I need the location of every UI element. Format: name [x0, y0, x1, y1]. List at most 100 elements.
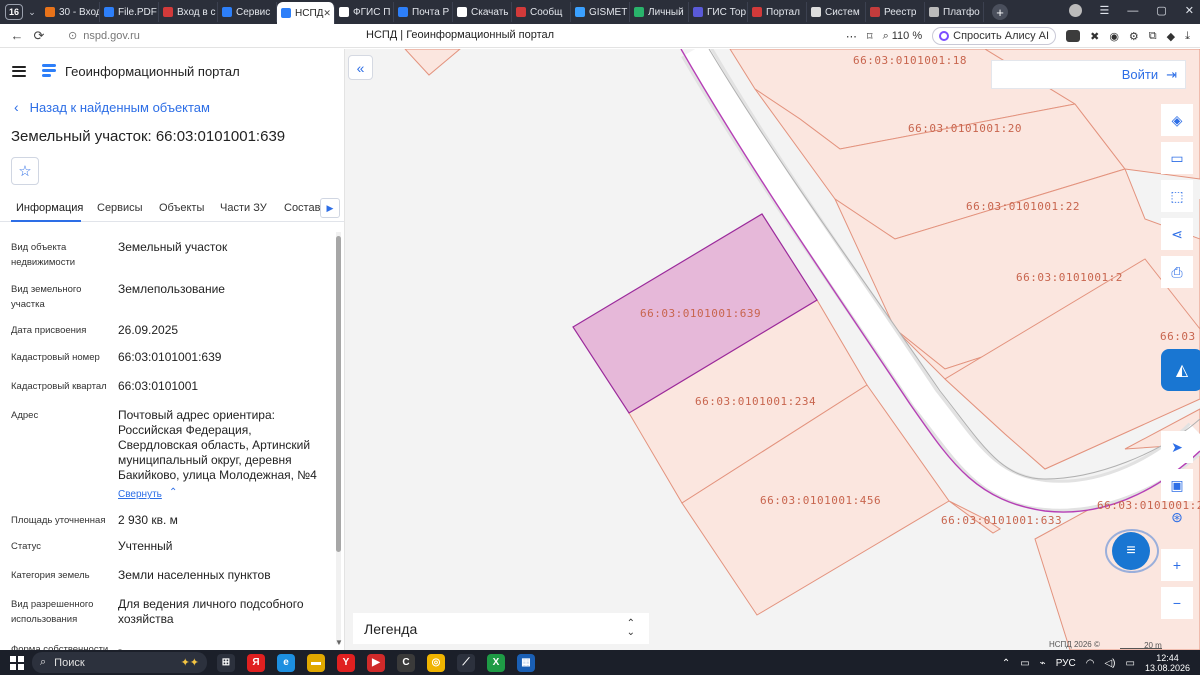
- login-button[interactable]: Войти ⇥: [991, 60, 1186, 89]
- tab-services[interactable]: Сервисы: [97, 202, 143, 214]
- taskbar-search[interactable]: ⌕ Поиск ✦✦: [32, 652, 207, 673]
- favorite-star-button[interactable]: ☆: [11, 157, 39, 185]
- edge-icon[interactable]: e: [277, 653, 295, 672]
- zoom-out-button[interactable]: −: [1161, 587, 1193, 619]
- location-pin-icon: ⊛: [1171, 508, 1183, 525]
- chrome-icon[interactable]: ◎: [427, 653, 445, 672]
- tab-info[interactable]: Информация: [16, 202, 83, 214]
- browser-tab[interactable]: ФГИС П: [335, 2, 394, 22]
- network-icon[interactable]: ⌁: [1040, 658, 1046, 669]
- assistant-button[interactable]: ≡: [1101, 527, 1161, 575]
- scroll-down-icon[interactable]: ▼: [335, 638, 343, 647]
- browser-tab[interactable]: Платфо: [925, 2, 984, 22]
- tab-menu-icon[interactable]: ⌄: [23, 7, 41, 18]
- tray-chevron-icon[interactable]: ⌃: [1002, 658, 1010, 669]
- app-icon[interactable]: ▦: [517, 653, 535, 672]
- legend-panel[interactable]: Легенда ⌃ ⌄: [353, 613, 649, 644]
- download-icon[interactable]: ⤓: [1185, 30, 1190, 43]
- close-window-icon[interactable]: ✕: [1185, 4, 1194, 17]
- share-button[interactable]: ⋖: [1161, 218, 1193, 250]
- more-icon[interactable]: ⋯: [846, 30, 857, 43]
- tabs-scroll-right-button[interactable]: ▶: [320, 198, 340, 218]
- profile-avatar[interactable]: [1068, 4, 1082, 17]
- excel-icon[interactable]: X: [487, 653, 505, 672]
- location-pin-button[interactable]: ⊛: [1167, 507, 1187, 527]
- language-indicator[interactable]: РУС: [1056, 658, 1076, 669]
- reload-icon[interactable]: ⟳: [28, 28, 50, 44]
- video-app-icon[interactable]: ▶: [367, 653, 385, 672]
- browser-tab[interactable]: НСПД ✕: [277, 2, 335, 24]
- extension-icon[interactable]: ✖: [1090, 30, 1099, 43]
- yandex-browser-icon[interactable]: Y: [337, 653, 355, 672]
- browser-tab[interactable]: Портал: [748, 2, 807, 22]
- browser-tab[interactable]: Скачать: [453, 2, 512, 22]
- map-view[interactable]: 66:03:0101001:18 66:03:0101001:20 66:03:01…: [345, 49, 1200, 650]
- browser-tab[interactable]: File.PDF: [100, 2, 159, 22]
- browser-tab[interactable]: GISMET: [571, 2, 630, 22]
- close-tab-icon[interactable]: ✕: [323, 8, 331, 19]
- panel-scrollbar[interactable]: [336, 232, 341, 644]
- property-label: Вид земельного участка: [11, 284, 82, 310]
- collapse-link[interactable]: Свернуть: [118, 489, 162, 500]
- extension-icon[interactable]: ◆: [1167, 30, 1175, 43]
- scrollbar-thumb[interactable]: [336, 236, 341, 552]
- browser-tab[interactable]: ГИС Тор: [689, 2, 748, 22]
- back-to-results-link[interactable]: ‹ Назад к найденным объектам: [14, 99, 210, 115]
- expand-legend-icon[interactable]: ⌃ ⌄: [627, 619, 635, 638]
- tab-composition[interactable]: Состав: [284, 202, 320, 214]
- new-tab-button[interactable]: +: [992, 4, 1008, 20]
- url-field[interactable]: ⊙ nspd.gov.ru: [68, 29, 140, 43]
- browser-tab[interactable]: Реестр: [866, 2, 925, 22]
- browser-tab[interactable]: 30 - Вход: [41, 2, 100, 22]
- geolocation-button[interactable]: ➤: [1161, 431, 1193, 463]
- wifi-icon[interactable]: ◠: [1086, 658, 1095, 669]
- clock[interactable]: 12:44 13.08.2026: [1145, 653, 1190, 673]
- tab-objects[interactable]: Объекты: [159, 202, 204, 214]
- tab-favicon-icon: [811, 7, 821, 17]
- volume-icon[interactable]: ◁): [1104, 658, 1115, 669]
- browser-tab[interactable]: Систем: [807, 2, 866, 22]
- tab-parts[interactable]: Части ЗУ: [220, 202, 267, 214]
- layers-icon: ◈: [1171, 111, 1183, 128]
- collapse-panel-button[interactable]: «: [348, 55, 373, 80]
- extension-icon[interactable]: [1066, 30, 1081, 42]
- browser-tab[interactable]: Сервис: [218, 2, 277, 22]
- hamburger-menu-icon[interactable]: [12, 65, 26, 77]
- select-area-button[interactable]: ⬚: [1161, 180, 1193, 212]
- yandex-icon[interactable]: Я: [247, 653, 265, 672]
- tab-label: GISMET: [589, 6, 628, 18]
- basemap-button[interactable]: ▣: [1161, 469, 1193, 501]
- windows-start-icon[interactable]: [10, 655, 24, 670]
- explorer-icon[interactable]: ▬: [307, 653, 325, 672]
- back-arrow-icon[interactable]: ←: [6, 28, 28, 43]
- battery-icon[interactable]: ▭: [1126, 658, 1135, 669]
- cadastral-map[interactable]: 66:03:0101001:18 66:03:0101001:20 66:03:01…: [345, 49, 1200, 650]
- minimize-icon[interactable]: —: [1127, 5, 1138, 17]
- zoom-indicator[interactable]: ⌕ 110 %: [883, 30, 923, 43]
- app-icon[interactable]: ⟋: [457, 653, 475, 672]
- alice-button[interactable]: Спросить Алису AI: [932, 27, 1057, 45]
- ruler-icon: ▭: [1170, 149, 1184, 166]
- browser-tab[interactable]: Почта Р: [394, 2, 453, 22]
- extension-icon[interactable]: ◉: [1109, 30, 1119, 43]
- app-icon[interactable]: C: [397, 653, 415, 672]
- maximize-icon[interactable]: ▢: [1156, 4, 1166, 17]
- tab-counter[interactable]: 16: [5, 4, 23, 20]
- camera-icon[interactable]: ▭: [1020, 658, 1029, 669]
- layers-button[interactable]: ◈: [1161, 104, 1193, 136]
- measure-button[interactable]: ▭: [1161, 142, 1193, 174]
- tab-label: Скачать: [471, 6, 509, 18]
- chevron-up-icon[interactable]: ⌃: [169, 487, 177, 498]
- zoom-in-button[interactable]: +: [1161, 549, 1193, 581]
- bookmark-icon[interactable]: ⌑: [867, 30, 873, 43]
- menu-icon[interactable]: ☰: [1100, 4, 1110, 17]
- extensions-icon[interactable]: ⚙: [1129, 30, 1139, 43]
- browser-tab[interactable]: Сообщ: [512, 2, 571, 22]
- print-button[interactable]: ⎙: [1161, 256, 1193, 288]
- extension-icon[interactable]: ⧉: [1149, 30, 1157, 43]
- parcel-shape[interactable]: [404, 49, 461, 76]
- task-view-icon[interactable]: ⊞: [217, 653, 235, 672]
- chat-widget-button[interactable]: ◭: [1161, 349, 1200, 391]
- browser-tab[interactable]: Вход в с: [159, 2, 218, 22]
- browser-tab[interactable]: Личный: [630, 2, 689, 22]
